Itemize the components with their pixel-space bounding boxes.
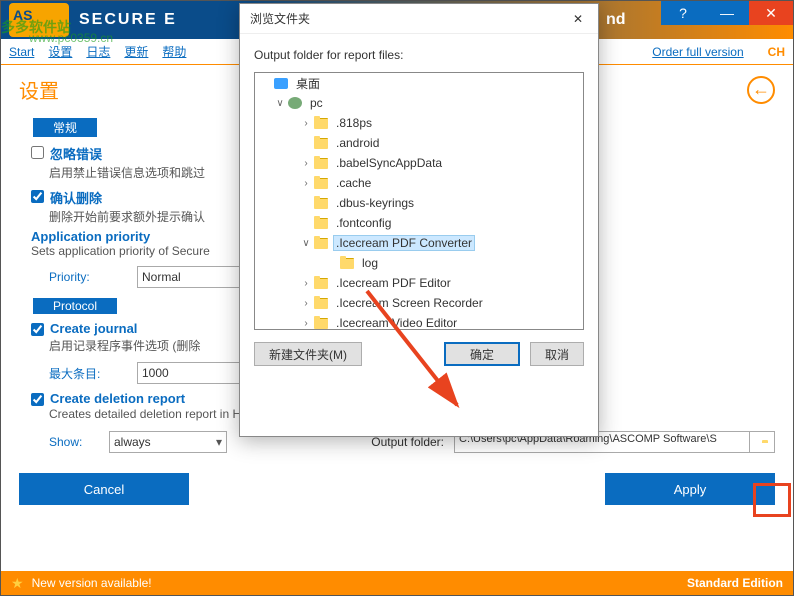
menu-settings[interactable]: 设置 bbox=[48, 43, 72, 60]
tree-label: .Icecream PDF Editor bbox=[333, 276, 454, 290]
max-entries-value: 1000 bbox=[142, 366, 169, 380]
folder-icon bbox=[314, 218, 328, 229]
tree-node-icecream-pdf-editor[interactable]: ›.Icecream PDF Editor bbox=[255, 273, 583, 293]
user-icon bbox=[288, 97, 302, 109]
tree-label: .Icecream Screen Recorder bbox=[333, 296, 486, 310]
folder-icon bbox=[314, 118, 328, 129]
watermark-url: www.pc0359.cn bbox=[29, 31, 113, 45]
tree-label: 桌面 bbox=[293, 75, 323, 92]
create-journal-label: Create journal bbox=[50, 321, 137, 336]
tree-node-icecream-screen-recorder[interactable]: ›.Icecream Screen Recorder bbox=[255, 293, 583, 313]
tree-node-android[interactable]: .android bbox=[255, 133, 583, 153]
dialog-prompt: Output folder for report files: bbox=[240, 34, 598, 72]
footer-buttons: Cancel Apply bbox=[1, 467, 793, 511]
browse-folder-button[interactable] bbox=[749, 431, 775, 453]
tree-node-desktop[interactable]: 桌面 bbox=[255, 73, 583, 93]
show-select[interactable]: always bbox=[109, 431, 227, 453]
priority-label: Priority: bbox=[49, 270, 121, 284]
tree-node-icecream-video-editor[interactable]: ›.Icecream Video Editor bbox=[255, 313, 583, 330]
help-button[interactable]: ? bbox=[661, 1, 705, 25]
folder-icon bbox=[314, 238, 328, 249]
tree-node-818ps[interactable]: ›.818ps bbox=[255, 113, 583, 133]
tree-label: .android bbox=[333, 136, 382, 150]
show-label: Show: bbox=[49, 435, 109, 449]
tree-node-icecream-pdf-converter[interactable]: ∨.Icecream PDF Converter bbox=[255, 233, 583, 253]
folder-icon bbox=[340, 258, 354, 269]
tree-label: .Icecream Video Editor bbox=[333, 316, 460, 330]
tree-label: .fontconfig bbox=[333, 216, 394, 230]
tree-label: pc bbox=[307, 96, 326, 110]
tree-label: .818ps bbox=[333, 116, 375, 130]
tree-label: .dbus-keyrings bbox=[333, 196, 417, 210]
priority-value: Normal bbox=[142, 270, 181, 284]
max-entries-label: 最大条目: bbox=[49, 365, 121, 382]
dialog-close-button[interactable]: ✕ bbox=[568, 12, 588, 26]
status-bar: ★ New version available! Standard Editio… bbox=[1, 571, 793, 595]
cancel-button[interactable]: Cancel bbox=[19, 473, 189, 505]
dialog-footer: 新建文件夹(M) 确定 取消 bbox=[240, 342, 598, 380]
tree-node-fontconfig[interactable]: .fontconfig bbox=[255, 213, 583, 233]
menu-log[interactable]: 日志 bbox=[86, 43, 110, 60]
folder-icon bbox=[314, 298, 328, 309]
menu-start[interactable]: Start bbox=[9, 45, 34, 59]
dialog-cancel-button[interactable]: 取消 bbox=[530, 342, 584, 366]
create-report-label: Create deletion report bbox=[50, 391, 185, 406]
tree-label: .babelSyncAppData bbox=[333, 156, 445, 170]
app-title: SECURE E bbox=[79, 11, 177, 29]
section-general: 常规 bbox=[33, 118, 97, 137]
confirm-delete-checkbox[interactable] bbox=[31, 190, 44, 203]
show-value: always bbox=[114, 435, 151, 449]
language-indicator[interactable]: CH bbox=[768, 45, 785, 59]
tree-label: .cache bbox=[333, 176, 374, 190]
order-full-version-link[interactable]: Order full version bbox=[652, 45, 743, 59]
ok-button[interactable]: 确定 bbox=[444, 342, 520, 366]
priority-select[interactable]: Normal bbox=[137, 266, 255, 288]
confirm-delete-label: 确认删除 bbox=[50, 188, 102, 207]
ignore-errors-label: 忽略错误 bbox=[50, 144, 102, 163]
status-message: New version available! bbox=[32, 576, 152, 590]
max-entries-input[interactable]: 1000 ▲▼ bbox=[137, 362, 253, 384]
tree-node-dbus[interactable]: .dbus-keyrings bbox=[255, 193, 583, 213]
create-journal-checkbox[interactable] bbox=[31, 323, 44, 336]
close-button[interactable]: ✕ bbox=[749, 1, 793, 25]
minimize-button[interactable]: — bbox=[705, 1, 749, 25]
browse-folder-dialog: 浏览文件夹 ✕ Output folder for report files: … bbox=[239, 3, 599, 437]
tree-label: log bbox=[359, 256, 381, 270]
section-protocol: Protocol bbox=[33, 298, 117, 314]
folder-icon bbox=[314, 138, 328, 149]
folder-icon bbox=[314, 318, 328, 329]
folder-icon bbox=[314, 158, 328, 169]
edition-label: Standard Edition bbox=[687, 576, 783, 590]
dialog-titlebar: 浏览文件夹 ✕ bbox=[240, 4, 598, 34]
back-arrow-icon: ← bbox=[752, 79, 770, 100]
tree-node-pc[interactable]: ∨pc bbox=[255, 93, 583, 113]
create-report-checkbox[interactable] bbox=[31, 393, 44, 406]
folder-icon bbox=[314, 278, 328, 289]
back-button[interactable]: ← bbox=[747, 76, 775, 104]
window-controls: ? — ✕ bbox=[661, 1, 793, 25]
menu-help[interactable]: 帮助 bbox=[162, 43, 186, 60]
output-folder-label: Output folder: bbox=[354, 435, 444, 449]
folder-tree[interactable]: 桌面 ∨pc ›.818ps .android ›.babelSyncAppDa… bbox=[254, 72, 584, 330]
tree-node-babel[interactable]: ›.babelSyncAppData bbox=[255, 153, 583, 173]
star-icon: ★ bbox=[11, 575, 24, 592]
apply-button[interactable]: Apply bbox=[605, 473, 775, 505]
folder-icon bbox=[314, 178, 328, 189]
title-tail: nd bbox=[606, 11, 626, 29]
folder-icon bbox=[314, 198, 328, 209]
dialog-title: 浏览文件夹 bbox=[250, 10, 310, 27]
tree-label: .Icecream PDF Converter bbox=[333, 235, 475, 251]
new-folder-button[interactable]: 新建文件夹(M) bbox=[254, 342, 362, 366]
tree-node-cache[interactable]: ›.cache bbox=[255, 173, 583, 193]
ignore-errors-checkbox[interactable] bbox=[31, 146, 44, 159]
menu-update[interactable]: 更新 bbox=[124, 43, 148, 60]
desktop-icon bbox=[274, 78, 288, 89]
tree-node-log[interactable]: log bbox=[255, 253, 583, 273]
